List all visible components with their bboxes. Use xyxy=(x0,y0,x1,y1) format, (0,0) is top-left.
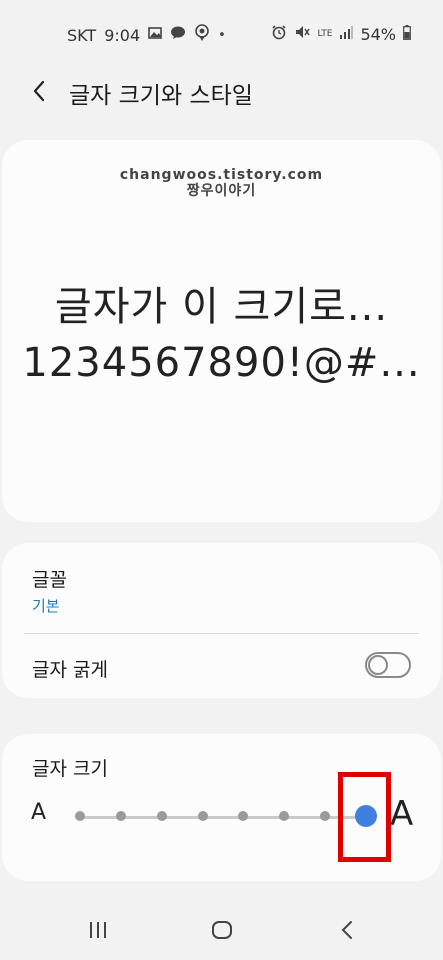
page-title: 글자 크기와 스타일 xyxy=(69,83,253,109)
slider-step-dot[interactable] xyxy=(75,811,85,821)
back-nav-button[interactable] xyxy=(327,914,367,946)
watermark-blog-name: 짱우이야기 xyxy=(186,183,257,199)
annotation-highlight-box xyxy=(338,772,391,862)
font-size-card: 글자 크기 A A xyxy=(2,734,441,881)
font-size-large-indicator: A xyxy=(390,794,414,834)
back-button[interactable] xyxy=(24,74,54,108)
home-button[interactable] xyxy=(202,914,242,946)
slider-step-dot[interactable] xyxy=(320,811,331,821)
slider-step-dot[interactable] xyxy=(156,811,167,821)
battery-icon xyxy=(403,24,411,44)
lte-icon: LTE xyxy=(317,28,333,39)
talk-notification-icon xyxy=(170,26,186,44)
bold-text-label: 글자 굵게 xyxy=(32,659,108,681)
location-notification-icon xyxy=(194,24,210,46)
home-icon xyxy=(212,921,232,939)
font-style-row[interactable]: 글꼴 기본 xyxy=(2,543,441,633)
recent-apps-button[interactable] xyxy=(78,914,118,946)
alarm-icon xyxy=(271,24,287,44)
slider-step-dot[interactable] xyxy=(238,811,249,821)
gallery-notification-icon xyxy=(148,27,162,43)
watermark-url: changwoos.tistory.com xyxy=(119,167,324,183)
status-left: SKT 9:04 • xyxy=(67,24,226,46)
preview-text-line-2: 1234567890!@#... xyxy=(22,340,421,386)
more-notifications-dot-icon: • xyxy=(218,27,226,43)
bold-text-toggle[interactable] xyxy=(365,652,411,678)
font-settings-card: 글꼴 기본 글자 굵게 xyxy=(2,543,441,698)
preview-text-line-1: 글자가 이 크기로... xyxy=(54,284,389,330)
header: 글자 크기와 스타일 xyxy=(0,66,443,116)
recent-apps-icon xyxy=(90,922,106,938)
status-right: LTE 54% xyxy=(271,24,411,44)
watermark: changwoos.tistory.com 짱우이야기 xyxy=(2,167,441,199)
preview-card: changwoos.tistory.com 짱우이야기 글자가 이 크기로...… xyxy=(2,140,441,522)
battery-percent: 54% xyxy=(360,24,396,44)
font-style-value: 기본 xyxy=(32,597,60,615)
font-size-label: 글자 크기 xyxy=(32,758,108,780)
slider-step-dot[interactable] xyxy=(197,811,208,821)
chevron-left-icon xyxy=(33,80,45,102)
toggle-knob xyxy=(368,655,388,675)
carrier-label: SKT xyxy=(67,25,97,45)
signal-icon xyxy=(339,25,354,43)
mute-icon xyxy=(294,24,311,44)
font-style-label: 글꼴 xyxy=(32,569,67,591)
clock: 9:04 xyxy=(104,25,141,45)
slider-step-dot[interactable] xyxy=(115,811,126,821)
font-size-small-indicator: A xyxy=(31,800,47,825)
network-type-label: LTE xyxy=(317,28,333,39)
status-bar: SKT 9:04 • LTE 54% xyxy=(0,0,443,66)
slider-step-dot[interactable] xyxy=(279,811,290,821)
back-nav-icon xyxy=(341,921,352,939)
navigation-bar xyxy=(0,900,443,960)
